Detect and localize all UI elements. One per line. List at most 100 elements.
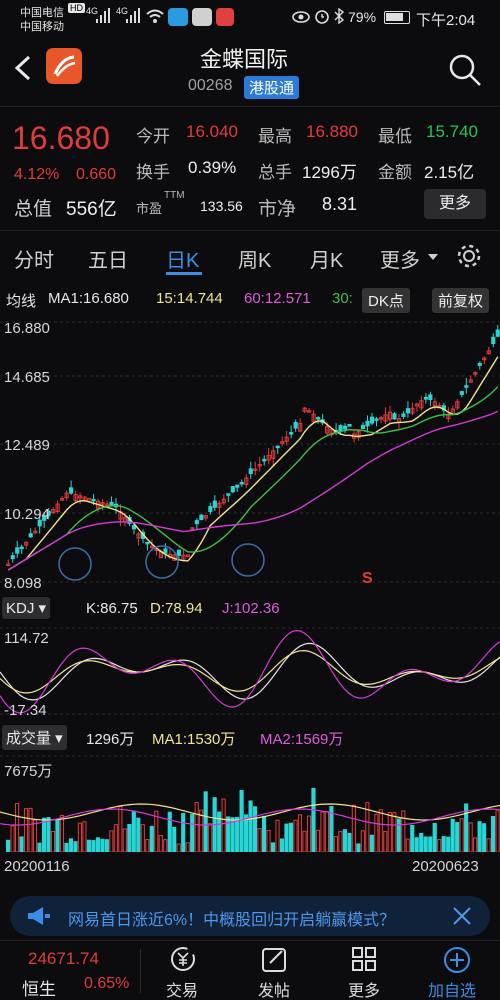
tab-weekly-k[interactable]: 周K bbox=[238, 244, 271, 273]
candlestick-chart[interactable] bbox=[0, 314, 500, 592]
volume-chart bbox=[0, 755, 500, 852]
y-label-4: 10.294 bbox=[4, 506, 50, 523]
volume-label: 总手 bbox=[258, 163, 292, 182]
volume-bar bbox=[383, 831, 388, 852]
candle-body bbox=[495, 329, 500, 337]
candle-body bbox=[423, 396, 428, 400]
open-value: 16.040 bbox=[186, 122, 238, 141]
tab-monthly-k[interactable]: 月K bbox=[310, 244, 343, 273]
tab-intraday[interactable]: 分时 bbox=[14, 244, 54, 273]
sell-signal: S bbox=[362, 570, 373, 587]
volume-bar bbox=[401, 810, 406, 852]
eye-icon bbox=[292, 11, 310, 23]
volume-bar bbox=[297, 814, 303, 852]
pe-value: 133.56 bbox=[200, 198, 243, 214]
volume-bar bbox=[423, 836, 428, 852]
volume-bar bbox=[459, 818, 464, 852]
volume-bar bbox=[68, 838, 74, 852]
battery-percent: 79% bbox=[348, 9, 377, 25]
divider bbox=[140, 949, 141, 993]
kdj-y-bottom: -17.34 bbox=[4, 702, 47, 719]
volume-bar bbox=[410, 824, 415, 852]
kdj-selector[interactable]: KDJ ▾ bbox=[2, 597, 51, 619]
candle-body bbox=[392, 413, 397, 420]
kdj-y-top: 114.72 bbox=[4, 630, 49, 647]
volume-bar bbox=[279, 838, 285, 852]
volume-bar bbox=[149, 825, 154, 852]
volume-bar bbox=[91, 840, 96, 852]
volume-bar bbox=[468, 822, 473, 852]
battery-icon bbox=[384, 11, 410, 24]
hd-badge: HD bbox=[68, 3, 85, 13]
volume-bar bbox=[154, 810, 159, 852]
volume-value: 1296万 bbox=[302, 163, 357, 182]
back-icon[interactable] bbox=[12, 54, 34, 82]
news-banner[interactable]: 网易首日涨近6%！中概股回归开启躺赢模式？ bbox=[10, 896, 490, 936]
candle-body bbox=[10, 555, 15, 560]
volume-bar bbox=[293, 819, 298, 852]
candle-body bbox=[248, 468, 253, 475]
nav-post-label: 发帖 bbox=[258, 983, 291, 1000]
kdj-k: K:86.75 bbox=[86, 600, 138, 617]
search-icon[interactable] bbox=[447, 52, 483, 88]
bottom-nav: 24671.74 恒生 0.65% 交易 发帖 更多 加自选 bbox=[0, 940, 500, 1000]
tab-daily-k[interactable]: 日K bbox=[166, 244, 199, 273]
volume-bar bbox=[59, 814, 65, 852]
volume-bar bbox=[360, 830, 365, 852]
divider bbox=[0, 106, 500, 107]
volume-bar bbox=[253, 806, 258, 852]
volume-bar bbox=[266, 829, 271, 852]
bluetooth-icon bbox=[334, 8, 344, 24]
volume-bar bbox=[77, 822, 82, 852]
pb-value: 8.31 bbox=[322, 194, 358, 214]
candle-body bbox=[262, 458, 267, 462]
divider bbox=[0, 230, 500, 231]
volume-bar bbox=[73, 841, 78, 852]
nav-post[interactable]: 发帖 bbox=[242, 941, 312, 1000]
dk-point-button[interactable]: DK点 bbox=[362, 288, 410, 313]
candle-body bbox=[464, 385, 469, 388]
tab-five-day[interactable]: 五日 bbox=[88, 244, 128, 273]
nav-add-label: 加自选 bbox=[428, 983, 477, 1000]
candle-body bbox=[69, 487, 74, 494]
volume-bar bbox=[441, 836, 446, 852]
volume-bar bbox=[315, 829, 321, 852]
volume-bar bbox=[450, 818, 455, 852]
candle-body bbox=[226, 493, 231, 496]
volume-bar bbox=[320, 811, 325, 852]
volume-selector[interactable]: 成交量 ▾ bbox=[2, 725, 67, 750]
adjust-button[interactable]: 前复权 bbox=[432, 288, 490, 313]
volume-bar bbox=[387, 811, 392, 852]
close-icon[interactable] bbox=[452, 906, 472, 926]
candle-body bbox=[212, 500, 217, 508]
gear-icon[interactable] bbox=[455, 242, 483, 270]
volume-bar bbox=[374, 813, 379, 852]
volume-bar bbox=[158, 835, 163, 852]
y-label-3: 12.489 bbox=[4, 437, 50, 454]
nav-more[interactable]: 更多 bbox=[332, 941, 402, 1000]
kdj-chart bbox=[0, 627, 500, 715]
volume-bar bbox=[163, 839, 168, 852]
volume-bar bbox=[37, 842, 42, 852]
volume-bar bbox=[86, 839, 91, 852]
moving-average-line bbox=[7, 386, 499, 571]
low-value: 15.740 bbox=[426, 122, 478, 141]
edit-icon bbox=[262, 948, 286, 972]
volume-bar bbox=[19, 836, 24, 852]
y-label-top: 16.880 bbox=[4, 320, 50, 337]
app-notify-icon bbox=[168, 8, 188, 26]
index-ticker[interactable]: 24671.74 恒生 0.65% bbox=[0, 941, 140, 1000]
nav-trade[interactable]: 交易 bbox=[150, 941, 220, 1000]
tab-more[interactable]: 更多 bbox=[380, 244, 420, 273]
candle-body bbox=[365, 420, 370, 427]
turnover-value: 0.39% bbox=[188, 158, 237, 177]
nav-more-label: 更多 bbox=[348, 983, 381, 1000]
ma-label: 均线 bbox=[6, 293, 37, 310]
add-icon bbox=[444, 947, 470, 973]
nav-add-watchlist[interactable]: 加自选 bbox=[420, 941, 500, 1000]
volume-legend: 成交量 ▾ 1296万 MA1:1530万 MA2:1569万 bbox=[0, 724, 500, 750]
volume-bar bbox=[244, 814, 249, 852]
volume-bar bbox=[284, 823, 289, 852]
volume-bar bbox=[118, 806, 123, 852]
more-quote-button[interactable]: 更多 bbox=[424, 189, 486, 219]
